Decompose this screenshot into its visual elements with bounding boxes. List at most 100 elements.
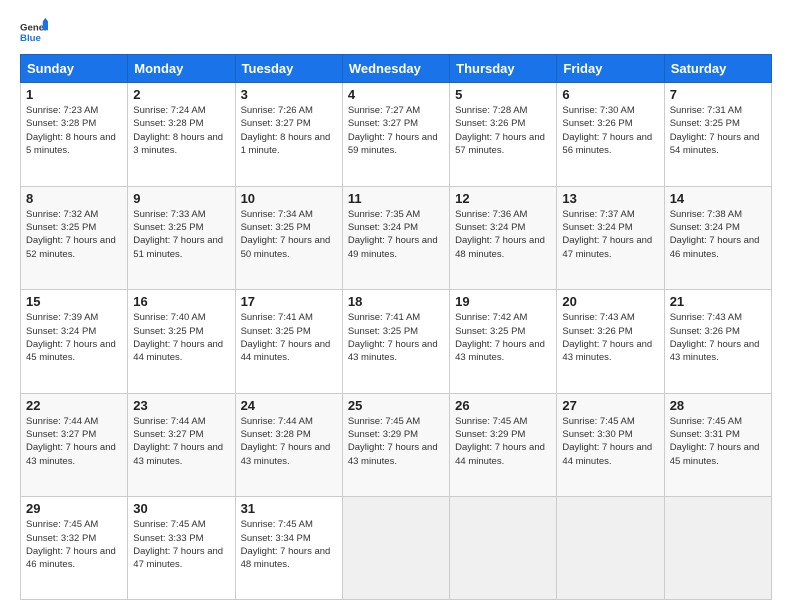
calendar-cell[interactable]: 17 Sunrise: 7:41 AM Sunset: 3:25 PM Dayli…	[235, 290, 342, 394]
day-info: Sunrise: 7:27 AM Sunset: 3:27 PM Dayligh…	[348, 104, 444, 157]
header-tuesday: Tuesday	[235, 55, 342, 83]
day-info: Sunrise: 7:41 AM Sunset: 3:25 PM Dayligh…	[348, 311, 444, 364]
day-number: 7	[670, 87, 766, 102]
day-info: Sunrise: 7:45 AM Sunset: 3:29 PM Dayligh…	[455, 415, 551, 468]
calendar-cell[interactable]: 19Sunrise: 7:42 AM Sunset: 3:25 PM Dayli…	[450, 290, 557, 394]
day-info: Sunrise: 7:39 AM Sunset: 3:24 PM Dayligh…	[26, 311, 122, 364]
page: General Blue SundayMondayTuesdayWednesda…	[0, 0, 792, 612]
header-thursday: Thursday	[450, 55, 557, 83]
day-info: Sunrise: 7:45 AM Sunset: 3:32 PM Dayligh…	[26, 518, 122, 571]
day-number: 6	[562, 87, 658, 102]
day-info: Sunrise: 7:45 AM Sunset: 3:29 PM Dayligh…	[348, 415, 444, 468]
calendar-cell[interactable]: 27Sunrise: 7:45 AM Sunset: 3:30 PM Dayli…	[557, 393, 664, 497]
calendar-cell[interactable]: 21 Sunrise: 7:43 AM Sunset: 3:26 PM Dayli…	[664, 290, 771, 394]
day-number: 18	[348, 294, 444, 309]
day-number: 11	[348, 191, 444, 206]
calendar-table: SundayMondayTuesdayWednesdayThursdayFrid…	[20, 54, 772, 600]
day-number: 4	[348, 87, 444, 102]
header-wednesday: Wednesday	[342, 55, 449, 83]
day-info: Sunrise: 7:35 AM Sunset: 3:24 PM Dayligh…	[348, 208, 444, 261]
week-row-1: 1Sunrise: 7:23 AM Sunset: 3:28 PM Daylig…	[21, 83, 772, 187]
day-info: Sunrise: 7:37 AM Sunset: 3:24 PM Dayligh…	[562, 208, 658, 261]
calendar-cell[interactable]: 15Sunrise: 7:39 AM Sunset: 3:24 PM Dayli…	[21, 290, 128, 394]
svg-text:Blue: Blue	[20, 33, 41, 44]
calendar-cell[interactable]: 18 Sunrise: 7:41 AM Sunset: 3:25 PM Dayli…	[342, 290, 449, 394]
logo-icon: General Blue	[20, 18, 48, 46]
calendar-cell[interactable]: 20 Sunrise: 7:43 AM Sunset: 3:26 PM Dayli…	[557, 290, 664, 394]
day-number: 12	[455, 191, 551, 206]
week-row-2: 8Sunrise: 7:32 AM Sunset: 3:25 PM Daylig…	[21, 186, 772, 290]
calendar-cell[interactable]: 12 Sunrise: 7:36 AM Sunset: 3:24 PM Dayli…	[450, 186, 557, 290]
calendar-cell[interactable]: 1Sunrise: 7:23 AM Sunset: 3:28 PM Daylig…	[21, 83, 128, 187]
header-sunday: Sunday	[21, 55, 128, 83]
day-number: 23	[133, 398, 229, 413]
calendar-cell[interactable]: 22 Sunrise: 7:44 AM Sunset: 3:27 PM Dayli…	[21, 393, 128, 497]
header-row: SundayMondayTuesdayWednesdayThursdayFrid…	[21, 55, 772, 83]
calendar-cell[interactable]: 5Sunrise: 7:28 AM Sunset: 3:26 PM Daylig…	[450, 83, 557, 187]
day-info: Sunrise: 7:26 AM Sunset: 3:27 PM Dayligh…	[241, 104, 337, 157]
day-info: Sunrise: 7:45 AM Sunset: 3:31 PM Dayligh…	[670, 415, 766, 468]
header-monday: Monday	[128, 55, 235, 83]
calendar-cell[interactable]: 31Sunrise: 7:45 AM Sunset: 3:34 PM Dayli…	[235, 497, 342, 600]
day-info: Sunrise: 7:28 AM Sunset: 3:26 PM Dayligh…	[455, 104, 551, 157]
day-info: Sunrise: 7:43 AM Sunset: 3:26 PM Dayligh…	[670, 311, 766, 364]
day-number: 25	[348, 398, 444, 413]
day-info: Sunrise: 7:44 AM Sunset: 3:27 PM Dayligh…	[133, 415, 229, 468]
calendar-cell[interactable]	[450, 497, 557, 600]
calendar-cell[interactable]: 26 Sunrise: 7:45 AM Sunset: 3:29 PM Dayli…	[450, 393, 557, 497]
day-info: Sunrise: 7:36 AM Sunset: 3:24 PM Dayligh…	[455, 208, 551, 261]
day-number: 9	[133, 191, 229, 206]
day-info: Sunrise: 7:40 AM Sunset: 3:25 PM Dayligh…	[133, 311, 229, 364]
day-info: Sunrise: 7:44 AM Sunset: 3:27 PM Dayligh…	[26, 415, 122, 468]
day-info: Sunrise: 7:33 AM Sunset: 3:25 PM Dayligh…	[133, 208, 229, 261]
calendar-cell[interactable]	[557, 497, 664, 600]
calendar-cell[interactable]: 9 Sunrise: 7:33 AM Sunset: 3:25 PM Daylig…	[128, 186, 235, 290]
calendar-cell[interactable]: 25 Sunrise: 7:45 AM Sunset: 3:29 PM Dayli…	[342, 393, 449, 497]
calendar-cell[interactable]	[342, 497, 449, 600]
logo: General Blue	[20, 18, 48, 46]
calendar-cell[interactable]: 4 Sunrise: 7:27 AM Sunset: 3:27 PM Daylig…	[342, 83, 449, 187]
calendar-cell[interactable]: 24 Sunrise: 7:44 AM Sunset: 3:28 PM Dayli…	[235, 393, 342, 497]
day-number: 22	[26, 398, 122, 413]
day-number: 24	[241, 398, 337, 413]
day-number: 8	[26, 191, 122, 206]
calendar-cell[interactable]: 7 Sunrise: 7:31 AM Sunset: 3:25 PM Daylig…	[664, 83, 771, 187]
day-info: Sunrise: 7:43 AM Sunset: 3:26 PM Dayligh…	[562, 311, 658, 364]
calendar-cell[interactable]: 11 Sunrise: 7:35 AM Sunset: 3:24 PM Dayli…	[342, 186, 449, 290]
day-number: 28	[670, 398, 766, 413]
week-row-4: 22 Sunrise: 7:44 AM Sunset: 3:27 PM Dayli…	[21, 393, 772, 497]
day-info: Sunrise: 7:44 AM Sunset: 3:28 PM Dayligh…	[241, 415, 337, 468]
calendar-cell[interactable]: 28 Sunrise: 7:45 AM Sunset: 3:31 PM Dayli…	[664, 393, 771, 497]
day-number: 10	[241, 191, 337, 206]
day-number: 17	[241, 294, 337, 309]
calendar-cell[interactable]: 14Sunrise: 7:38 AM Sunset: 3:24 PM Dayli…	[664, 186, 771, 290]
day-number: 2	[133, 87, 229, 102]
calendar-cell[interactable]: 13 Sunrise: 7:37 AM Sunset: 3:24 PM Dayli…	[557, 186, 664, 290]
calendar-cell[interactable]: 23 Sunrise: 7:44 AM Sunset: 3:27 PM Dayli…	[128, 393, 235, 497]
day-info: Sunrise: 7:45 AM Sunset: 3:30 PM Dayligh…	[562, 415, 658, 468]
day-info: Sunrise: 7:41 AM Sunset: 3:25 PM Dayligh…	[241, 311, 337, 364]
day-number: 3	[241, 87, 337, 102]
calendar-cell[interactable]: 8Sunrise: 7:32 AM Sunset: 3:25 PM Daylig…	[21, 186, 128, 290]
calendar-cell[interactable]: 3 Sunrise: 7:26 AM Sunset: 3:27 PM Daylig…	[235, 83, 342, 187]
calendar-cell[interactable]: 29 Sunrise: 7:45 AM Sunset: 3:32 PM Dayli…	[21, 497, 128, 600]
day-info: Sunrise: 7:42 AM Sunset: 3:25 PM Dayligh…	[455, 311, 551, 364]
day-number: 29	[26, 501, 122, 516]
day-number: 13	[562, 191, 658, 206]
header: General Blue	[20, 18, 772, 46]
calendar-cell[interactable]: 6 Sunrise: 7:30 AM Sunset: 3:26 PM Daylig…	[557, 83, 664, 187]
header-saturday: Saturday	[664, 55, 771, 83]
calendar-cell[interactable]: 30Sunrise: 7:45 AM Sunset: 3:33 PM Dayli…	[128, 497, 235, 600]
calendar-cell[interactable]: 10Sunrise: 7:34 AM Sunset: 3:25 PM Dayli…	[235, 186, 342, 290]
day-info: Sunrise: 7:38 AM Sunset: 3:24 PM Dayligh…	[670, 208, 766, 261]
day-info: Sunrise: 7:30 AM Sunset: 3:26 PM Dayligh…	[562, 104, 658, 157]
day-number: 21	[670, 294, 766, 309]
day-info: Sunrise: 7:24 AM Sunset: 3:28 PM Dayligh…	[133, 104, 229, 157]
day-number: 31	[241, 501, 337, 516]
day-info: Sunrise: 7:31 AM Sunset: 3:25 PM Dayligh…	[670, 104, 766, 157]
calendar-cell[interactable]: 2 Sunrise: 7:24 AM Sunset: 3:28 PM Daylig…	[128, 83, 235, 187]
calendar-cell[interactable]: 16Sunrise: 7:40 AM Sunset: 3:25 PM Dayli…	[128, 290, 235, 394]
day-number: 20	[562, 294, 658, 309]
day-number: 26	[455, 398, 551, 413]
calendar-cell[interactable]	[664, 497, 771, 600]
